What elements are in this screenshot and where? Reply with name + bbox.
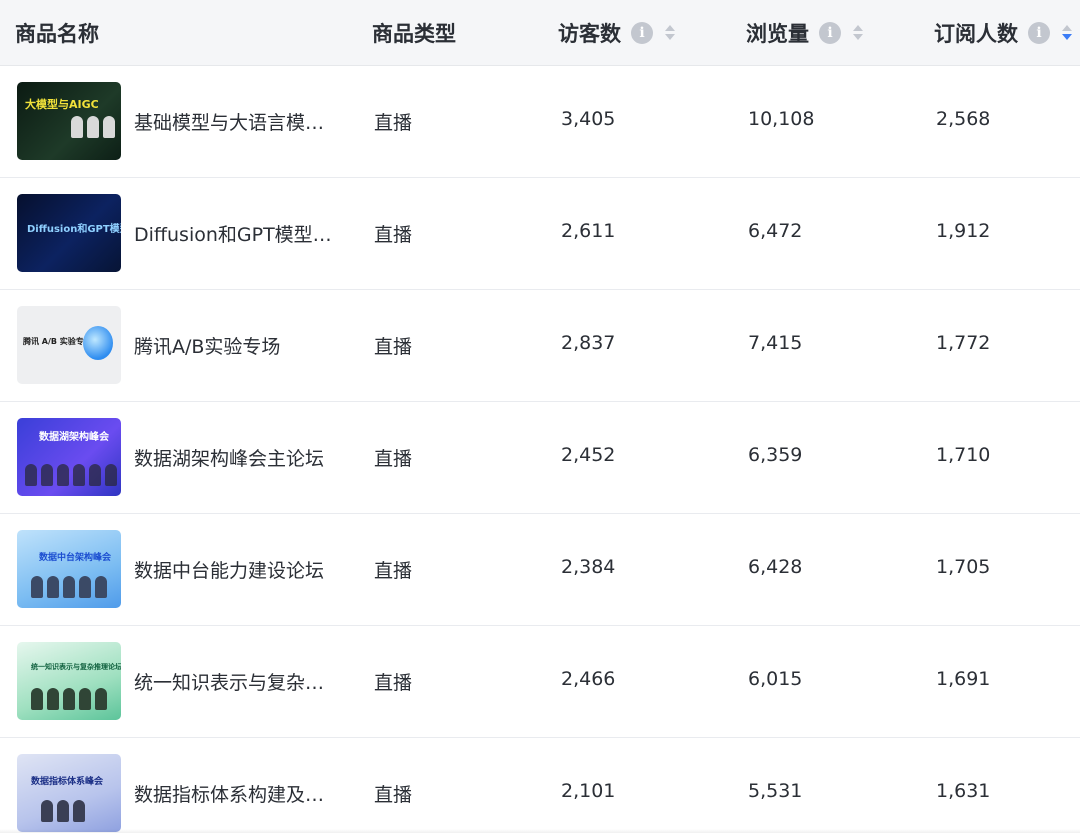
subscriber-count: 1,772 (936, 332, 991, 354)
sort-asc-icon[interactable] (853, 25, 863, 31)
view-count: 6,472 (748, 220, 803, 242)
subscriber-count: 2,568 (936, 108, 991, 130)
visitor-count: 2,611 (561, 220, 616, 242)
product-thumbnail[interactable]: 大模型与AIGC (17, 82, 121, 160)
product-thumbnail[interactable]: 数据指标体系峰会 (17, 754, 121, 832)
product-name[interactable]: 数据湖架构峰会主论坛 (134, 444, 339, 471)
visitor-count: 2,384 (561, 556, 616, 578)
info-icon[interactable]: i (1028, 21, 1050, 44)
product-type: 直播 (374, 672, 413, 694)
visitor-count: 2,837 (561, 332, 616, 354)
thumbnail-title: 腾讯 A/B 实验专场 (23, 337, 92, 346)
header-views[interactable]: 浏览量 i (746, 0, 863, 65)
product-thumbnail[interactable]: 腾讯 A/B 实验专场 (17, 306, 121, 384)
visitor-count: 3,405 (561, 108, 616, 130)
header-visitors-label: 访客数 (558, 21, 621, 46)
product-type: 直播 (374, 224, 413, 246)
visitor-count: 2,452 (561, 444, 616, 466)
header-subscribers-label: 订阅人数 (934, 21, 1018, 46)
product-name[interactable]: 数据中台能力建设论坛 (134, 556, 339, 583)
thumbnail-title: 数据湖架构峰会 (39, 432, 109, 443)
header-product-name-label: 商品名称 (15, 21, 99, 46)
table-row[interactable]: Diffusion和GPT模型 Diffusion和GPT模型… 直播 2,61… (0, 178, 1080, 290)
header-product-name: 商品名称 (15, 0, 99, 65)
product-name[interactable]: 基础模型与大语言模… (134, 108, 339, 135)
subscriber-count: 1,705 (936, 556, 991, 578)
header-product-type: 商品类型 (372, 0, 456, 65)
product-type: 直播 (374, 112, 413, 134)
product-thumbnail[interactable]: 数据中台架构峰会 (17, 530, 121, 608)
thumbnail-title: 大模型与AIGC (25, 98, 99, 111)
view-count: 7,415 (748, 332, 803, 354)
subscriber-count: 1,691 (936, 668, 991, 690)
header-views-label: 浏览量 (746, 21, 809, 46)
product-name[interactable]: 统一知识表示与复杂… (134, 668, 339, 695)
table-row[interactable]: 数据中台架构峰会 数据中台能力建设论坛 直播 2,384 6,428 1,705 (0, 514, 1080, 626)
sort-icon[interactable] (1062, 25, 1072, 40)
product-type: 直播 (374, 784, 413, 806)
view-count: 6,359 (748, 444, 803, 466)
thumbnail-title: Diffusion和GPT模型 (27, 224, 121, 235)
product-thumbnail[interactable]: 数据湖架构峰会 (17, 418, 121, 496)
subscriber-count: 1,912 (936, 220, 991, 242)
product-type: 直播 (374, 448, 413, 470)
sort-icon[interactable] (853, 25, 863, 40)
product-type: 直播 (374, 560, 413, 582)
view-count: 10,108 (748, 108, 815, 130)
sort-asc-icon[interactable] (1062, 25, 1072, 31)
product-thumbnail[interactable]: Diffusion和GPT模型 (17, 194, 121, 272)
thumbnail-title: 数据中台架构峰会 (39, 553, 112, 563)
visitor-count: 2,101 (561, 780, 616, 802)
thumbnail-title: 统一知识表示与复杂推理论坛 (31, 663, 121, 671)
sort-asc-icon[interactable] (665, 25, 675, 31)
sort-desc-icon[interactable] (853, 34, 863, 40)
view-count: 6,015 (748, 668, 803, 690)
table-row[interactable]: 统一知识表示与复杂推理论坛 统一知识表示与复杂… 直播 2,466 6,015 … (0, 626, 1080, 738)
header-subscribers[interactable]: 订阅人数 i (934, 0, 1072, 65)
thumbnail-title: 数据指标体系峰会 (31, 777, 104, 787)
table-row[interactable]: 腾讯 A/B 实验专场 腾讯A/B实验专场 直播 2,837 7,415 1,7… (0, 290, 1080, 402)
table-row[interactable]: 大模型与AIGC 基础模型与大语言模… 直播 3,405 10,108 2,56… (0, 66, 1080, 178)
data-table: 商品名称 商品类型 访客数 i 浏览量 i 订阅人数 i 大模型与AIGC 基础… (0, 0, 1080, 833)
info-icon[interactable]: i (819, 21, 841, 44)
bottom-shadow (0, 829, 1080, 833)
view-count: 6,428 (748, 556, 803, 578)
header-visitors[interactable]: 访客数 i (558, 0, 675, 65)
subscriber-count: 1,631 (936, 780, 991, 802)
table-header: 商品名称 商品类型 访客数 i 浏览量 i 订阅人数 i (0, 0, 1080, 66)
product-thumbnail[interactable]: 统一知识表示与复杂推理论坛 (17, 642, 121, 720)
table-row[interactable]: 数据指标体系峰会 数据指标体系构建及… 直播 2,101 5,531 1,631 (0, 738, 1080, 833)
info-icon[interactable]: i (631, 21, 653, 44)
subscriber-count: 1,710 (936, 444, 991, 466)
product-name[interactable]: Diffusion和GPT模型… (134, 220, 339, 247)
sort-icon[interactable] (665, 25, 675, 40)
product-type: 直播 (374, 336, 413, 358)
view-count: 5,531 (748, 780, 803, 802)
table-row[interactable]: 数据湖架构峰会 数据湖架构峰会主论坛 直播 2,452 6,359 1,710 (0, 402, 1080, 514)
sort-desc-icon[interactable] (665, 34, 675, 40)
header-product-type-label: 商品类型 (372, 21, 456, 46)
product-name[interactable]: 数据指标体系构建及… (134, 780, 339, 807)
product-name[interactable]: 腾讯A/B实验专场 (134, 332, 339, 359)
sort-desc-icon[interactable] (1062, 34, 1072, 40)
visitor-count: 2,466 (561, 668, 616, 690)
